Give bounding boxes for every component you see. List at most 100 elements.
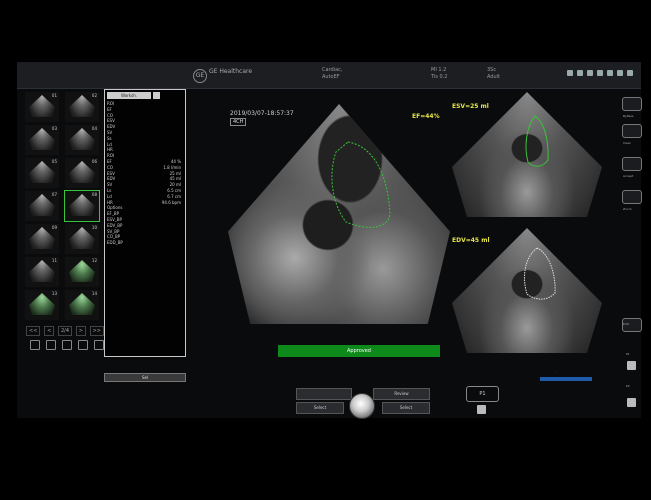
measurement-value: 6.7 cm: [167, 193, 181, 199]
measurement-value: 45 ml: [169, 176, 181, 182]
measurement-label: HR: [107, 147, 113, 153]
measurement-label: SV: [107, 182, 113, 188]
first-page-button[interactable]: <<: [26, 326, 41, 336]
status-icons: [567, 70, 633, 76]
measurement-row[interactable]: EF: [107, 107, 183, 112]
printer-icon: [587, 70, 593, 76]
thumbnail-tools: [30, 340, 104, 350]
thumbnail[interactable]: 04: [65, 125, 99, 155]
last-page-button[interactable]: >>: [89, 326, 104, 336]
print-icon[interactable]: [627, 398, 636, 407]
measurement-value: 6.5 cm: [167, 188, 181, 193]
timestamp: 2019/03/07-18:57:37: [230, 110, 294, 117]
thumbnail[interactable]: 07: [25, 191, 59, 221]
thumbnail[interactable]: 01: [25, 92, 59, 122]
prev-page-button[interactable]: <: [44, 326, 55, 336]
store-icon[interactable]: [62, 340, 72, 350]
thumbnail[interactable]: 11: [25, 257, 59, 287]
measurement-row[interactable]: CO: [107, 113, 183, 118]
wireless-icon: [607, 70, 613, 76]
measurement-row[interactable]: SV 20 ml: [107, 182, 183, 187]
measurement-row[interactable]: Ls 6.5 cm: [107, 188, 183, 193]
measurement-row[interactable]: ROI: [107, 153, 183, 158]
thumbnail[interactable]: 14: [65, 290, 99, 320]
close-icon[interactable]: [153, 92, 160, 99]
thumbnail[interactable]: 12: [65, 257, 99, 287]
accept-button[interactable]: [622, 157, 642, 171]
grid-icon[interactable]: [30, 340, 40, 350]
measurement-row[interactable]: Ld 6.7 cm: [107, 194, 183, 199]
measurement-row[interactable]: ESV 25 ml: [107, 171, 183, 176]
measurement-row[interactable]: HR 94.6 bpm: [107, 200, 183, 205]
measurement-row[interactable]: Ld: [107, 142, 183, 147]
measurement-label: CO_BP: [107, 234, 121, 240]
select-right-button[interactable]: Select: [382, 402, 430, 414]
top-bar: GE GE Healthcare Cardiac, AutoEF MI 1.2 …: [17, 62, 641, 89]
zoom-button[interactable]: [622, 190, 642, 204]
delete-icon[interactable]: [46, 340, 56, 350]
p1-button[interactable]: P1: [466, 386, 499, 402]
thumbnail[interactable]: 03: [25, 125, 59, 155]
measurement-label: CO: [107, 164, 113, 170]
measurement-row[interactable]: EDV_BP: [107, 223, 183, 228]
measurement-row[interactable]: SV: [107, 130, 183, 135]
measurement-row[interactable]: Options: [107, 205, 183, 210]
measurement-row[interactable]: ESV_BP: [107, 217, 183, 222]
probe-line2: Adult: [487, 74, 501, 80]
measurement-label: SV_BP: [107, 228, 120, 234]
mi-value: MI 1.2: [431, 67, 447, 73]
measurement-row[interactable]: ROI: [107, 101, 183, 106]
thumbnail[interactable]: 06: [65, 158, 99, 188]
esv-trace: [525, 115, 549, 167]
measurement-row[interactable]: CO 1.8 l/min: [107, 165, 183, 170]
measurement-row[interactable]: EDV 45 ml: [107, 176, 183, 181]
thumbnail-selected[interactable]: 08: [64, 190, 100, 222]
bypass-button[interactable]: [622, 97, 642, 111]
measurement-label: ROI: [107, 101, 115, 106]
clear-button[interactable]: [622, 124, 642, 138]
measurement-row[interactable]: EF 44 %: [107, 159, 183, 164]
measurement-row[interactable]: EF_BP: [107, 211, 183, 216]
edv-label: EDV=45 ml: [452, 237, 490, 244]
main-echo-image[interactable]: [228, 104, 450, 324]
settings-icon[interactable]: [94, 340, 104, 350]
battery-icon: [617, 70, 623, 76]
save-side-icon[interactable]: [627, 361, 636, 370]
measurement-label: EDD_BP: [107, 240, 123, 246]
ef-display: EF=44%: [412, 113, 440, 120]
measurement-label: ESV: [107, 118, 115, 124]
edv-image[interactable]: [452, 228, 602, 353]
next-page-button[interactable]: >: [75, 326, 86, 336]
measurement-row[interactable]: Ss: [107, 136, 183, 141]
measurement-label: ESV: [107, 170, 115, 176]
cine-progress-bar[interactable]: [540, 377, 592, 381]
measurement-row[interactable]: HR: [107, 147, 183, 152]
approved-button[interactable]: Approved: [278, 345, 440, 357]
esv-image[interactable]: [452, 92, 602, 217]
thumbnail[interactable]: 02: [65, 92, 99, 122]
thumbnail[interactable]: 13: [25, 290, 59, 320]
measurement-row[interactable]: CO_BP: [107, 234, 183, 239]
measurement-label: CO: [107, 112, 113, 118]
save-icon[interactable]: [477, 405, 486, 414]
review-button[interactable]: Review: [373, 388, 430, 400]
thumbnail[interactable]: 09: [25, 224, 59, 254]
zoom-label: Zoom: [623, 207, 632, 211]
measurement-row[interactable]: SV_BP: [107, 229, 183, 234]
bypass-label: ByPass: [623, 114, 634, 118]
measurement-value: 44 %: [170, 159, 181, 164]
thumbnail[interactable]: 10: [65, 224, 99, 254]
clear-label: Clear: [623, 141, 631, 145]
measurement-row[interactable]: EDD_BP: [107, 240, 183, 245]
trackball-icon[interactable]: [349, 393, 375, 419]
worksheet-tab[interactable]: Worksh.: [107, 92, 151, 99]
esv-label: ESV=25 ml: [452, 103, 489, 110]
measurement-label: EF_BP: [107, 211, 119, 217]
measurement-row[interactable]: ESV: [107, 118, 183, 123]
select-bar[interactable]: Sel: [104, 373, 186, 382]
copy-icon[interactable]: [78, 340, 88, 350]
thumbnail[interactable]: 05: [25, 158, 59, 188]
top-left-softkey[interactable]: [296, 388, 352, 400]
select-left-button[interactable]: Select: [296, 402, 344, 414]
measurement-row[interactable]: EDV: [107, 124, 183, 129]
